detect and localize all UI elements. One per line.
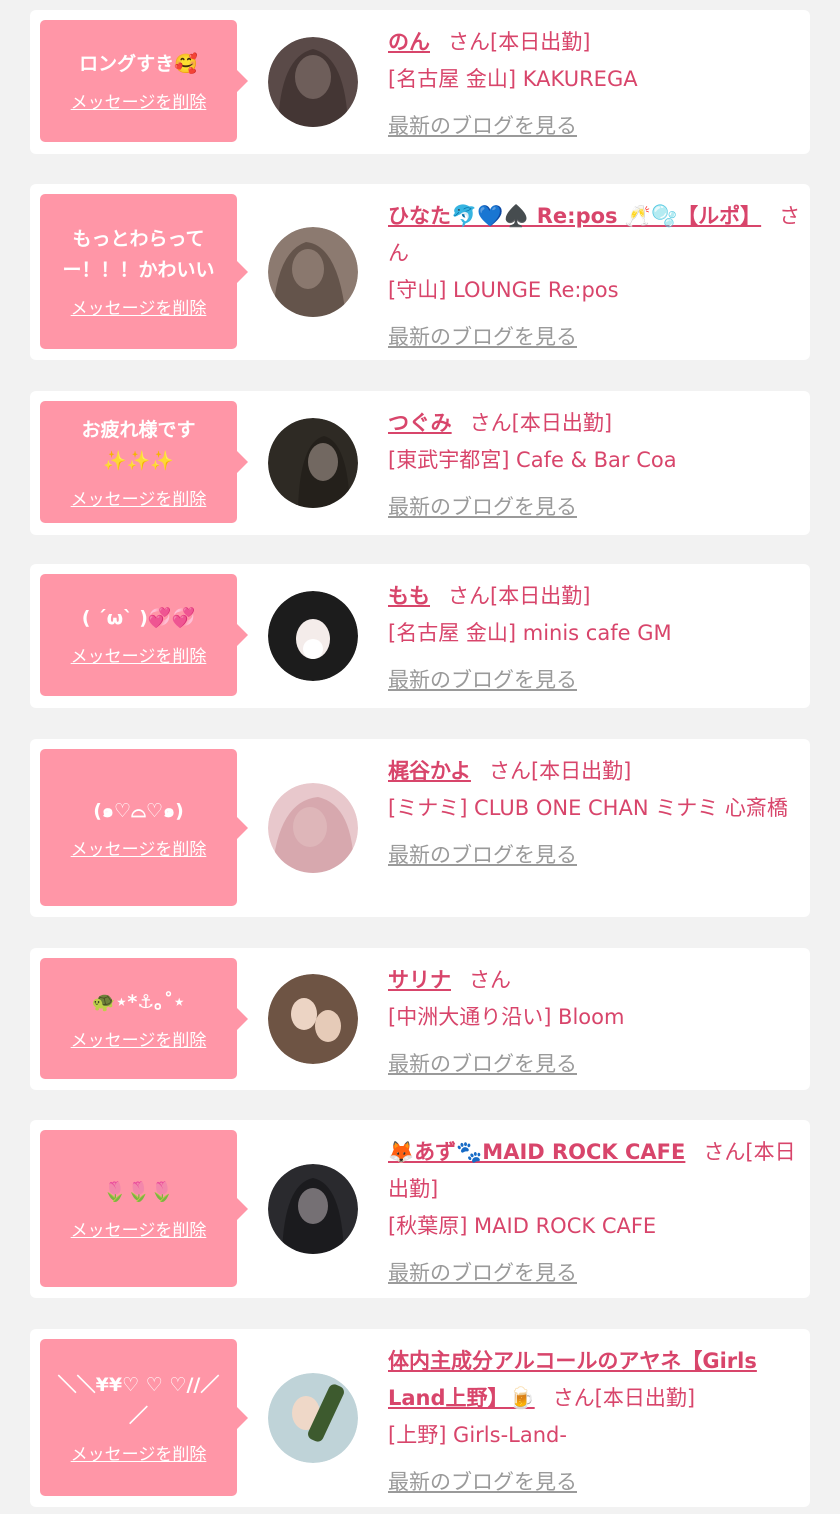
cast-info: もも さん[本日出勤] [名古屋 金山] minis cafe GM 最新のブログ… — [388, 578, 802, 699]
delete-message-link[interactable]: メッセージを削除 — [71, 1216, 207, 1241]
shop-name: [名古屋 金山] minis cafe GM — [388, 621, 672, 645]
latest-blog-link[interactable]: 最新のブログを見る — [388, 1464, 577, 1501]
message-text: もっとわらってー！！！かわいい — [62, 228, 215, 281]
avatar[interactable] — [268, 418, 358, 508]
cast-suffix: さん[本日出勤] — [488, 759, 632, 783]
cast-name-link[interactable]: 梶谷かよ — [388, 759, 471, 783]
cast-suffix: さん[本日出勤] — [448, 30, 591, 54]
message-bubble: もっとわらってー！！！かわいい メッセージを削除 — [40, 194, 248, 349]
message-text: ( ´ω` )💞💞 — [81, 607, 196, 629]
cast-suffix: さん[本日出勤] — [552, 1386, 696, 1410]
avatar[interactable] — [268, 1164, 358, 1254]
message-text: ロングすき🥰 — [79, 53, 198, 75]
avatar[interactable] — [268, 591, 358, 681]
message-bubble: ロングすき🥰 メッセージを削除 — [40, 20, 248, 142]
cast-suffix: さん — [469, 968, 511, 992]
delete-message-link[interactable]: メッセージを削除 — [71, 294, 207, 319]
shop-name: [秋葉原] MAID ROCK CAFE — [388, 1214, 657, 1238]
avatar[interactable] — [268, 227, 358, 317]
message-bubble: ＼＼¥¥♡ ♡ ♡//／／ メッセージを削除 — [40, 1339, 248, 1496]
shop-name: [上野] Girls-Land- — [388, 1423, 567, 1447]
cast-name-link[interactable]: のん — [388, 30, 430, 54]
message-text: (๑♡⌓♡๑) — [93, 799, 184, 822]
cast-info: ひなた🐬💙♠️ Re:pos 🥂🫧【ルポ】 さん [守山] LOUNGE Re:p… — [388, 198, 802, 356]
cast-name-link[interactable]: つぐみ — [388, 411, 452, 435]
message-card: もっとわらってー！！！かわいい メッセージを削除 ひなた🐬💙♠️ Re:pos … — [30, 184, 810, 360]
latest-blog-link[interactable]: 最新のブログを見る — [388, 837, 577, 874]
message-text: ＼＼¥¥♡ ♡ ♡//／／ — [57, 1374, 220, 1427]
shop-name: [東武宇都宮] Cafe & Bar Coa — [388, 448, 677, 472]
avatar[interactable] — [268, 974, 358, 1064]
cast-suffix: さん[本日出勤] — [448, 584, 591, 608]
shop-name: [名古屋 金山] KAKUREGA — [388, 67, 638, 91]
latest-blog-link[interactable]: 最新のブログを見る — [388, 108, 577, 145]
message-card: ＼＼¥¥♡ ♡ ♡//／／ メッセージを削除 体内主成分アルコールのアヤネ【Gi… — [30, 1329, 810, 1507]
message-text: 🌷🌷🌷 — [103, 1180, 174, 1203]
message-bubble: 🌷🌷🌷 メッセージを削除 — [40, 1130, 248, 1287]
cast-suffix: さん[本日出勤] — [469, 411, 613, 435]
cast-name-link[interactable]: 🦊あず🐾MAID ROCK CAFE — [388, 1140, 685, 1164]
latest-blog-link[interactable]: 最新のブログを見る — [388, 662, 577, 699]
message-text: お疲れ様です ✨✨✨ — [81, 418, 196, 472]
latest-blog-link[interactable]: 最新のブログを見る — [388, 1046, 577, 1083]
avatar[interactable] — [268, 783, 358, 873]
message-bubble: ( ´ω` )💞💞 メッセージを削除 — [40, 574, 248, 696]
message-card: ロングすき🥰 メッセージを削除 のん さん[本日出勤] [名古屋 金山] KAKU… — [30, 10, 810, 154]
delete-message-link[interactable]: メッセージを削除 — [71, 88, 207, 113]
delete-message-link[interactable]: メッセージを削除 — [71, 642, 207, 667]
latest-blog-link[interactable]: 最新のブログを見る — [388, 1255, 577, 1292]
delete-message-link[interactable]: メッセージを削除 — [71, 1026, 207, 1051]
delete-message-link[interactable]: メッセージを削除 — [71, 1440, 207, 1465]
message-card: 🌷🌷🌷 メッセージを削除 🦊あず🐾MAID ROCK CAFE さん[本日出勤] … — [30, 1120, 810, 1298]
message-card: 🐢⋆*⚓︎｡˚⋆ メッセージを削除 サリナ さん [中洲大通り沿い] Bloom … — [30, 948, 810, 1090]
message-card: ( ´ω` )💞💞 メッセージを削除 もも さん[本日出勤] [名古屋 金山] m… — [30, 564, 810, 708]
avatar[interactable] — [268, 37, 358, 127]
shop-name: [ミナミ] CLUB ONE CHAN ミナミ 心斎橋 — [388, 796, 788, 820]
message-bubble: (๑♡⌓♡๑) メッセージを削除 — [40, 749, 248, 906]
delete-message-link[interactable]: メッセージを削除 — [71, 835, 207, 860]
cast-info: つぐみ さん[本日出勤] [東武宇都宮] Cafe & Bar Coa 最新のブロ… — [388, 405, 802, 526]
shop-name: [中洲大通り沿い] Bloom — [388, 1005, 625, 1029]
cast-info: サリナ さん [中洲大通り沿い] Bloom 最新のブログを見る — [388, 962, 802, 1083]
message-card: お疲れ様です ✨✨✨ メッセージを削除 つぐみ さん[本日出勤] [東武宇都宮] … — [30, 391, 810, 535]
latest-blog-link[interactable]: 最新のブログを見る — [388, 489, 577, 526]
cast-name-link[interactable]: ひなた🐬💙♠️ Re:pos 🥂🫧【ルポ】 — [388, 204, 761, 228]
message-bubble: 🐢⋆*⚓︎｡˚⋆ メッセージを削除 — [40, 958, 248, 1079]
shop-name: [守山] LOUNGE Re:pos — [388, 278, 619, 302]
message-bubble: お疲れ様です ✨✨✨ メッセージを削除 — [40, 401, 248, 523]
message-list: ロングすき🥰 メッセージを削除 のん さん[本日出勤] [名古屋 金山] KAKU… — [0, 0, 840, 1514]
cast-name-link[interactable]: もも — [388, 584, 430, 608]
delete-message-link[interactable]: メッセージを削除 — [71, 485, 207, 510]
cast-info: 体内主成分アルコールのアヤネ【Girls Land上野】🍺 さん[本日出勤] [上… — [388, 1343, 802, 1501]
message-text: 🐢⋆*⚓︎｡˚⋆ — [91, 990, 186, 1013]
cast-info: 梶谷かよ さん[本日出勤] [ミナミ] CLUB ONE CHAN ミナミ 心斎橋… — [388, 753, 802, 874]
cast-name-link[interactable]: サリナ — [388, 968, 451, 992]
latest-blog-link[interactable]: 最新のブログを見る — [388, 319, 577, 356]
cast-info: 🦊あず🐾MAID ROCK CAFE さん[本日出勤] [秋葉原] MAID RO… — [388, 1134, 802, 1292]
message-card: (๑♡⌓♡๑) メッセージを削除 梶谷かよ さん[本日出勤] [ミナミ] CLUB… — [30, 739, 810, 917]
avatar[interactable] — [268, 1373, 358, 1463]
cast-info: のん さん[本日出勤] [名古屋 金山] KAKUREGA 最新のブログを見る — [388, 24, 802, 145]
